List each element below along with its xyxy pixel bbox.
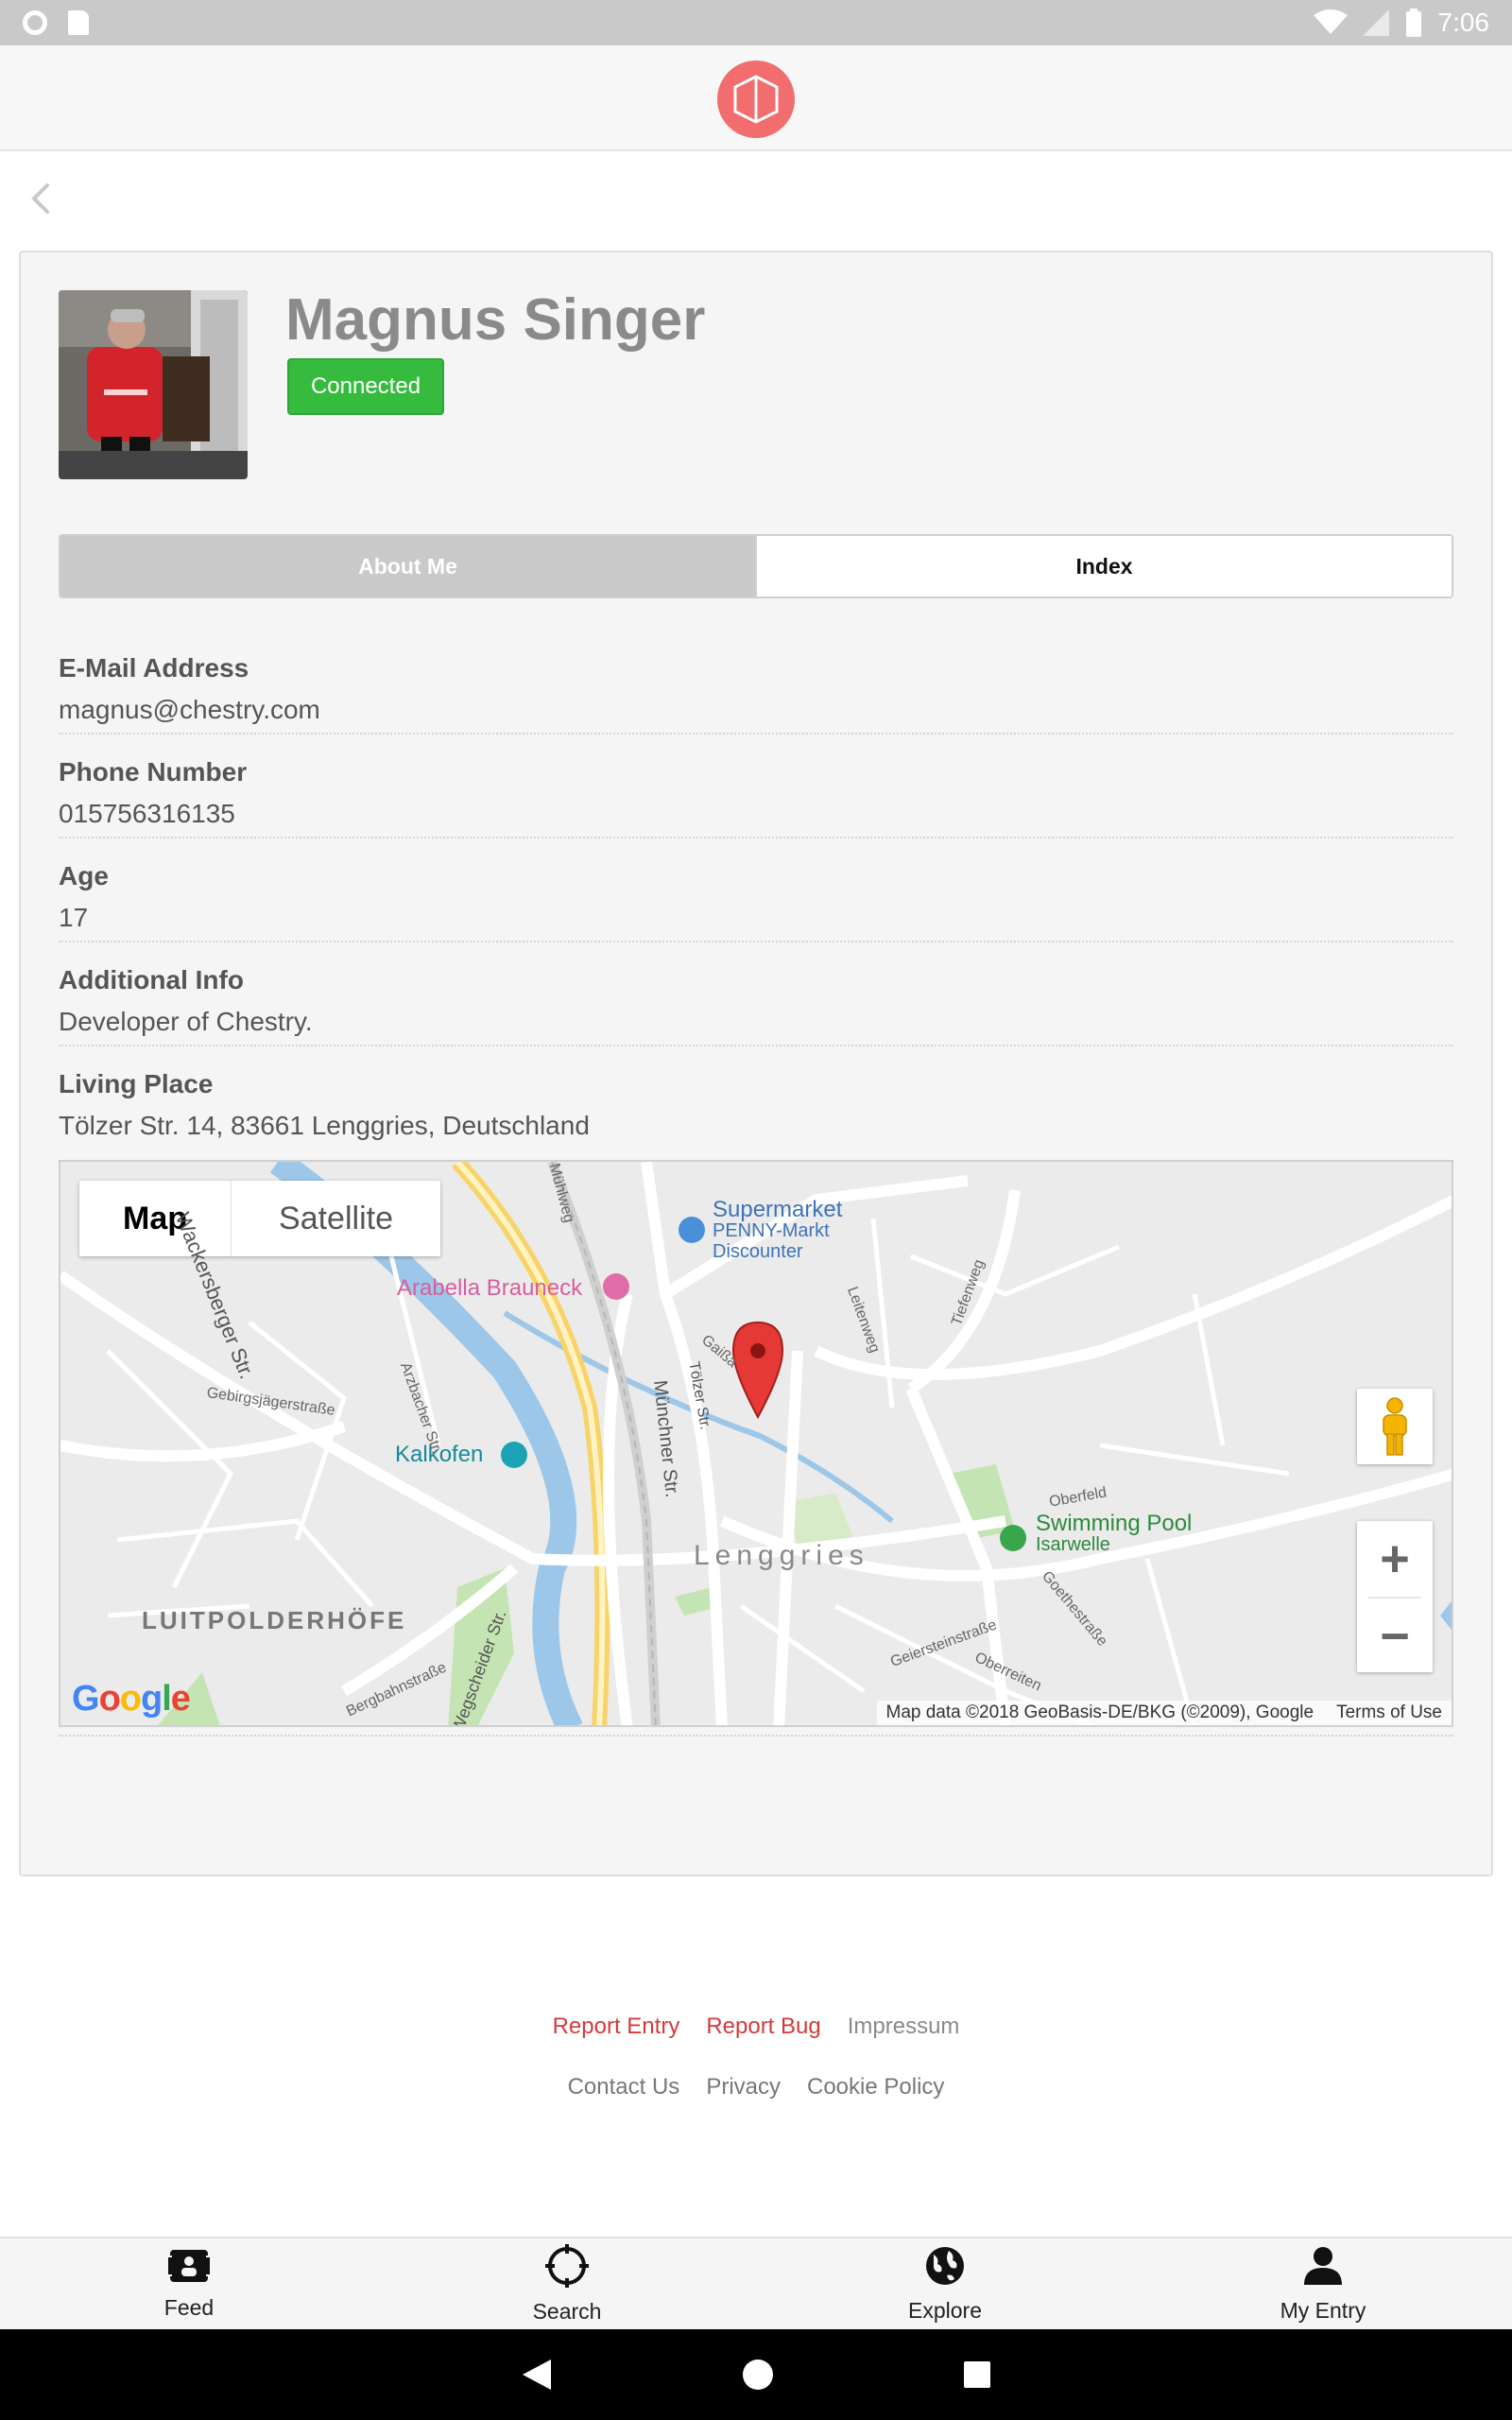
zoom-in-button[interactable]: + xyxy=(1357,1521,1433,1597)
additional-info-field: Additional Info Developer of Chestry. xyxy=(59,942,1453,1046)
app-bar xyxy=(0,45,1512,151)
nav-explore[interactable]: Explore xyxy=(756,2238,1134,2329)
field-label: E-Mail Address xyxy=(59,653,249,683)
tab-about-me[interactable]: About Me xyxy=(60,536,755,596)
google-logo: Google xyxy=(72,1679,191,1719)
email-field: E-Mail Address magnus@chestry.com xyxy=(59,631,1453,735)
map-town-lenggries: Lenggries xyxy=(694,1540,869,1571)
profile-card: Magnus Singer Connected About Me Index E… xyxy=(19,251,1493,1876)
app-logo[interactable] xyxy=(717,60,795,138)
footer-links-secondary: Contact Us Privacy Cookie Policy xyxy=(0,2074,1512,2100)
divider xyxy=(59,1735,1453,1737)
phone-value[interactable]: 015756316135 xyxy=(59,799,235,829)
nav-my-entry[interactable]: My Entry xyxy=(1134,2238,1512,2329)
map-type-satellite-button[interactable]: Satellite xyxy=(231,1181,440,1256)
privacy-link[interactable]: Privacy xyxy=(706,2074,781,2100)
globe-icon xyxy=(926,2246,964,2285)
notification-circle-icon xyxy=(23,10,47,35)
field-label: Additional Info xyxy=(59,965,244,994)
nav-search[interactable]: Search xyxy=(378,2238,756,2329)
profile-name: Magnus Singer xyxy=(285,287,706,353)
living-place-field: Living Place Tölzer Str. 14, 83661 Lengg… xyxy=(59,1046,1453,1141)
back-chevron-icon[interactable] xyxy=(23,180,60,217)
feed-icon xyxy=(166,2249,212,2282)
system-recents-icon[interactable] xyxy=(963,2360,991,2389)
map-type-map-button[interactable]: Map xyxy=(79,1181,231,1256)
age-field: Age 17 xyxy=(59,838,1453,942)
map-poi-swimming-pool: Swimming Pool Isarwelle xyxy=(1036,1511,1193,1556)
map-poi-supermarket: Supermarket PENNY-Markt Discounter xyxy=(713,1197,843,1263)
map-poi-arabella: Arabella Brauneck xyxy=(397,1275,583,1301)
street-view-pegman[interactable] xyxy=(1357,1389,1433,1464)
additional-info-value: Developer of Chestry. xyxy=(59,1007,313,1036)
status-bar: 7:06 xyxy=(0,0,1512,45)
impressum-link[interactable]: Impressum xyxy=(848,2014,960,2040)
system-back-icon[interactable] xyxy=(521,2358,553,2392)
map-attribution: Map data ©2018 GeoBasis-DE/BKG (©2009), … xyxy=(876,1701,1452,1725)
report-entry-link[interactable]: Report Entry xyxy=(553,2014,680,2040)
avatar xyxy=(59,290,248,479)
status-time: 7:06 xyxy=(1437,8,1490,37)
tab-index[interactable]: Index xyxy=(755,536,1452,596)
phone-field: Phone Number 015756316135 xyxy=(59,735,1453,838)
map-data-attribution: Map data ©2018 GeoBasis-DE/BKG (©2009), … xyxy=(885,1703,1314,1722)
report-bug-link[interactable]: Report Bug xyxy=(706,2014,820,2040)
field-label: Age xyxy=(59,861,109,890)
profile-tabs: About Me Index xyxy=(59,534,1453,598)
user-icon xyxy=(1304,2246,1342,2285)
bottom-navigation: Feed Search Explore My Entry xyxy=(0,2237,1512,2329)
connection-status-badge[interactable]: Connected xyxy=(287,358,444,415)
wifi-icon xyxy=(1313,9,1348,34)
contact-us-link[interactable]: Contact Us xyxy=(568,2074,680,2100)
signal-icon xyxy=(1362,9,1389,36)
nav-label: Feed xyxy=(163,2294,215,2320)
battery-icon xyxy=(1405,9,1421,37)
avatar-photo xyxy=(59,290,248,479)
nav-feed[interactable]: Feed xyxy=(0,2238,378,2329)
living-place-value: Tölzer Str. 14, 83661 Lenggries, Deutsch… xyxy=(59,1111,590,1140)
pegman-icon xyxy=(1383,1397,1407,1456)
nav-label: Explore xyxy=(908,2297,982,2323)
footer-links-primary: Report Entry Report Bug Impressum xyxy=(0,2014,1512,2040)
map-area-luitpolderhoefe: LUITPOLDERHÖFE xyxy=(142,1606,407,1634)
map-type-toggle: Map Satellite xyxy=(79,1181,440,1256)
cube-logo-icon xyxy=(733,75,779,124)
system-navigation-bar xyxy=(0,2329,1512,2420)
age-value: 17 xyxy=(59,903,89,932)
terms-of-use-link[interactable]: Terms of Use xyxy=(1336,1703,1442,1723)
sd-card-icon xyxy=(68,10,89,35)
field-label: Living Place xyxy=(59,1069,214,1098)
zoom-out-button[interactable]: − xyxy=(1357,1599,1433,1674)
field-label: Phone Number xyxy=(59,757,248,786)
system-home-icon[interactable] xyxy=(742,2359,774,2391)
location-map[interactable]: Map Satellite Supermarket PENNY-Markt Di… xyxy=(59,1160,1453,1727)
map-zoom-controls: + − xyxy=(1357,1521,1433,1672)
cookie-policy-link[interactable]: Cookie Policy xyxy=(807,2074,944,2100)
nav-label: Search xyxy=(532,2298,602,2324)
crosshair-icon xyxy=(545,2243,589,2288)
nav-label: My Entry xyxy=(1280,2297,1366,2323)
email-value[interactable]: magnus@chestry.com xyxy=(59,695,320,725)
